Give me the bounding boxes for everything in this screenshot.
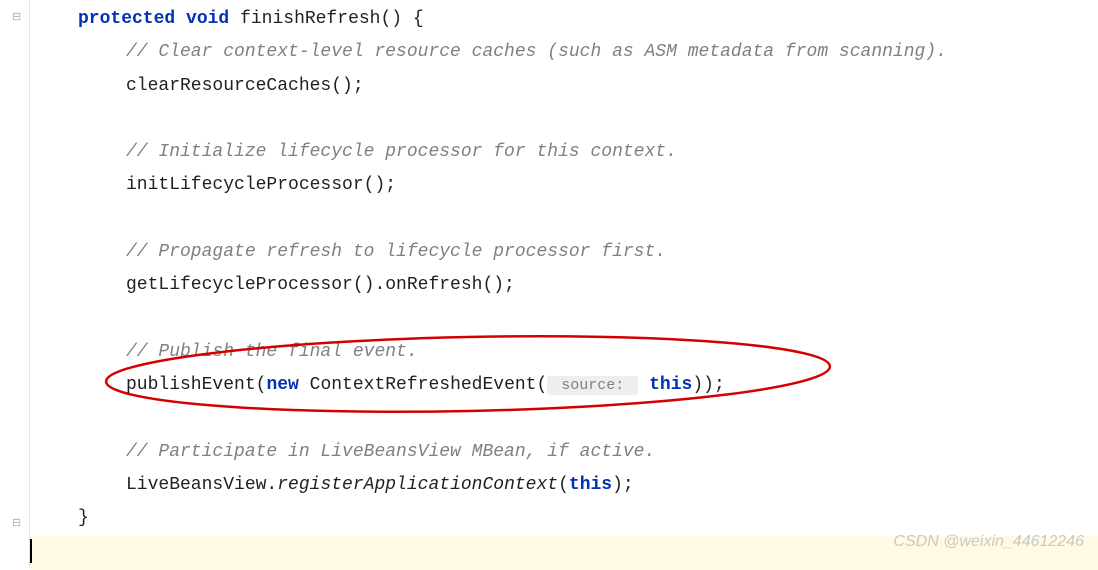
comment-line: // Propagate refresh to lifecycle proces… bbox=[78, 236, 1098, 269]
editor-gutter: ⊟ ⊟ bbox=[0, 0, 30, 567]
code-statement: initLifecycleProcessor(); bbox=[78, 169, 1098, 202]
code-statement: LiveBeansView.registerApplicationContext… bbox=[78, 469, 1098, 502]
inline-parameter-hint: source: bbox=[547, 376, 638, 395]
comment-line: // Initialize lifecycle processor for th… bbox=[78, 136, 1098, 169]
comment-line: // Participate in LiveBeansView MBean, i… bbox=[78, 436, 1098, 469]
watermark-text: CSDN @weixin_44612246 bbox=[893, 527, 1084, 557]
comment-line: // Publish the final event. bbox=[78, 336, 1098, 369]
code-editor[interactable]: protected void finishRefresh() { // Clea… bbox=[30, 0, 1098, 536]
comment-line: // Clear context-level resource caches (… bbox=[78, 36, 1098, 69]
code-statement: getLifecycleProcessor().onRefresh(); bbox=[78, 269, 1098, 302]
blank-line bbox=[78, 303, 1098, 336]
blank-line bbox=[78, 403, 1098, 436]
highlighted-code-statement: publishEvent(new ContextRefreshedEvent( … bbox=[78, 369, 1098, 402]
code-statement: clearResourceCaches(); bbox=[78, 70, 1098, 103]
text-caret bbox=[30, 539, 32, 563]
blank-line bbox=[78, 103, 1098, 136]
fold-indicator-icon[interactable]: ⊟ bbox=[12, 8, 21, 28]
blank-line bbox=[78, 203, 1098, 236]
fold-indicator-icon[interactable]: ⊟ bbox=[12, 514, 21, 534]
method-declaration: protected void finishRefresh() { bbox=[78, 3, 1098, 36]
